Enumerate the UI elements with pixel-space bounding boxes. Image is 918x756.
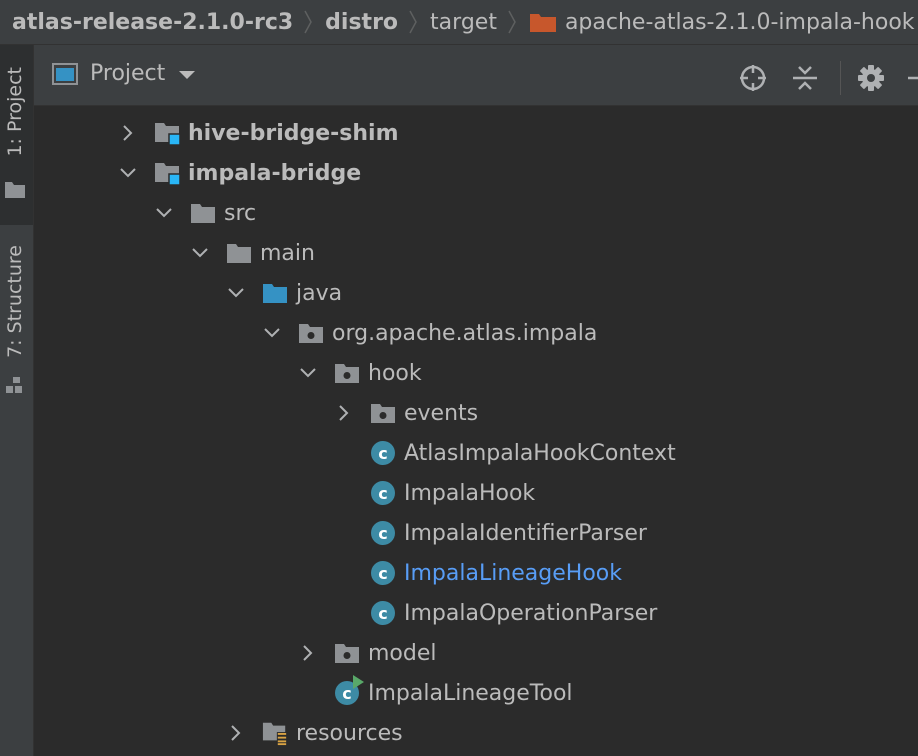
tree-item-events[interactable]: events: [34, 393, 918, 433]
chevron-down-icon[interactable]: [190, 233, 210, 273]
tree-item-label: ImpalaLineageTool: [368, 680, 573, 706]
tree-item-label: ImpalaOperationParser: [404, 600, 658, 626]
collapse-all-icon[interactable]: [790, 63, 820, 93]
breadcrumb-label: atlas-release-2.1.0-rc3: [12, 9, 294, 35]
project-view-icon: [52, 62, 78, 85]
tree-item-impalahook[interactable]: c ImpalaHook: [34, 473, 918, 513]
breadcrumb-item-project[interactable]: atlas-release-2.1.0-rc3: [0, 0, 303, 44]
breadcrumb-item-distro[interactable]: distro: [313, 0, 408, 44]
source-folder-icon: [262, 273, 288, 313]
breadcrumb-label: apache-atlas-2.1.0-impala-hook: [564, 9, 915, 35]
run-badge-icon: [353, 675, 364, 689]
breadcrumb-label: distro: [325, 9, 399, 35]
dropdown-arrow-icon: [179, 61, 196, 86]
tree-item-label: model: [368, 640, 437, 666]
toolwindow-title: Project: [90, 61, 166, 86]
chevron-right-icon: [303, 7, 313, 37]
chevron-right-icon[interactable]: [334, 393, 354, 433]
tree-item-hook[interactable]: hook: [34, 353, 918, 393]
chevron-down-icon[interactable]: [154, 193, 174, 233]
chevron-down-icon[interactable]: [226, 273, 246, 313]
tree-item-label: impala-bridge: [188, 160, 362, 186]
project-tab-label: 1: Project: [4, 67, 26, 157]
folder-icon: [226, 233, 252, 273]
chevron-down-icon[interactable]: [118, 153, 138, 193]
breadcrumb-item-target[interactable]: target: [418, 0, 507, 44]
tree-item-atlasimpalahookcontext[interactable]: c AtlasImpalaHookContext: [34, 433, 918, 473]
class-icon: c: [370, 513, 396, 553]
tree-item-label: hive-bridge-shim: [188, 120, 399, 146]
chevron-right-icon[interactable]: [118, 113, 138, 153]
tree-item-impalalineagehook[interactable]: c ImpalaLineageHook: [34, 553, 918, 593]
tree-item-label: ImpalaLineageHook: [404, 560, 622, 586]
tree-item-main[interactable]: main: [34, 233, 918, 273]
tree-item-label: events: [404, 400, 479, 426]
folder-icon: [4, 181, 26, 203]
excluded-folder-icon: [529, 11, 557, 33]
resources-folder-icon: [262, 713, 288, 753]
breadcrumb-label: target: [430, 9, 497, 35]
runnable-class-icon: c: [334, 673, 364, 713]
class-icon: c: [370, 473, 396, 513]
tree-item-label: resources: [296, 720, 403, 746]
breadcrumb-item-hook-folder[interactable]: apache-atlas-2.1.0-impala-hook: [517, 0, 918, 44]
class-icon: c: [370, 433, 396, 473]
tree-item-impalaoperationparser[interactable]: c ImpalaOperationParser: [34, 593, 918, 633]
tree-item-label: AtlasImpalaHookContext: [404, 440, 676, 466]
gear-icon[interactable]: [856, 63, 886, 93]
tree-item-org-apache-atlas-impala[interactable]: org.apache.atlas.impala: [34, 313, 918, 353]
tree-item-label: src: [224, 200, 257, 226]
chevron-right-icon[interactable]: [226, 713, 246, 753]
toolbar-divider: [840, 61, 841, 95]
tree-item-label: ImpalaHook: [404, 480, 536, 506]
tree-item-label: hook: [368, 360, 422, 386]
tree-item-src[interactable]: src: [34, 193, 918, 233]
package-icon: [334, 353, 360, 393]
structure-tab-label: 7: Structure: [4, 245, 26, 358]
locate-icon[interactable]: [738, 63, 768, 93]
tree-item-label: org.apache.atlas.impala: [332, 320, 598, 346]
tree-item-label: java: [296, 280, 343, 306]
structure-tool-tab[interactable]: 7: Structure: [0, 235, 33, 405]
chevron-down-icon[interactable]: [262, 313, 282, 353]
class-icon: c: [370, 553, 396, 593]
tree-item-impalaidentifierparser[interactable]: c ImpalaIdentifierParser: [34, 513, 918, 553]
view-selector[interactable]: Project: [52, 61, 196, 86]
package-icon: [298, 313, 324, 353]
project-tree[interactable]: hive-bridge-shim impala-bridge src main java…: [34, 106, 918, 756]
chevron-right-icon[interactable]: [298, 633, 318, 673]
package-icon: [370, 393, 396, 433]
module-folder-icon: [154, 113, 180, 153]
chevron-right-icon: [507, 7, 517, 37]
project-tool-tab[interactable]: 1: Project: [0, 45, 33, 225]
tree-item-hive-bridge-shim[interactable]: hive-bridge-shim: [34, 113, 918, 153]
tree-item-impala-bridge[interactable]: impala-bridge: [34, 153, 918, 193]
project-toolwindow-header: Project: [34, 45, 918, 106]
left-tool-stripe: 1: Project 7: Structure: [0, 45, 34, 756]
hide-icon[interactable]: [906, 63, 918, 93]
breadcrumb: atlas-release-2.1.0-rc3 distro target ap…: [0, 0, 918, 45]
package-icon: [334, 633, 360, 673]
class-icon: c: [370, 593, 396, 633]
tree-item-label: main: [260, 240, 315, 266]
tree-item-label: ImpalaIdentifierParser: [404, 520, 647, 546]
folder-icon: [190, 193, 216, 233]
tree-item-java[interactable]: java: [34, 273, 918, 313]
structure-icon: [4, 375, 24, 399]
chevron-right-icon: [408, 7, 418, 37]
tree-item-model[interactable]: model: [34, 633, 918, 673]
tree-item-impalalineagetool[interactable]: c ImpalaLineageTool: [34, 673, 918, 713]
tree-item-resources[interactable]: resources: [34, 713, 918, 753]
module-folder-icon: [154, 153, 180, 193]
chevron-down-icon[interactable]: [298, 353, 318, 393]
